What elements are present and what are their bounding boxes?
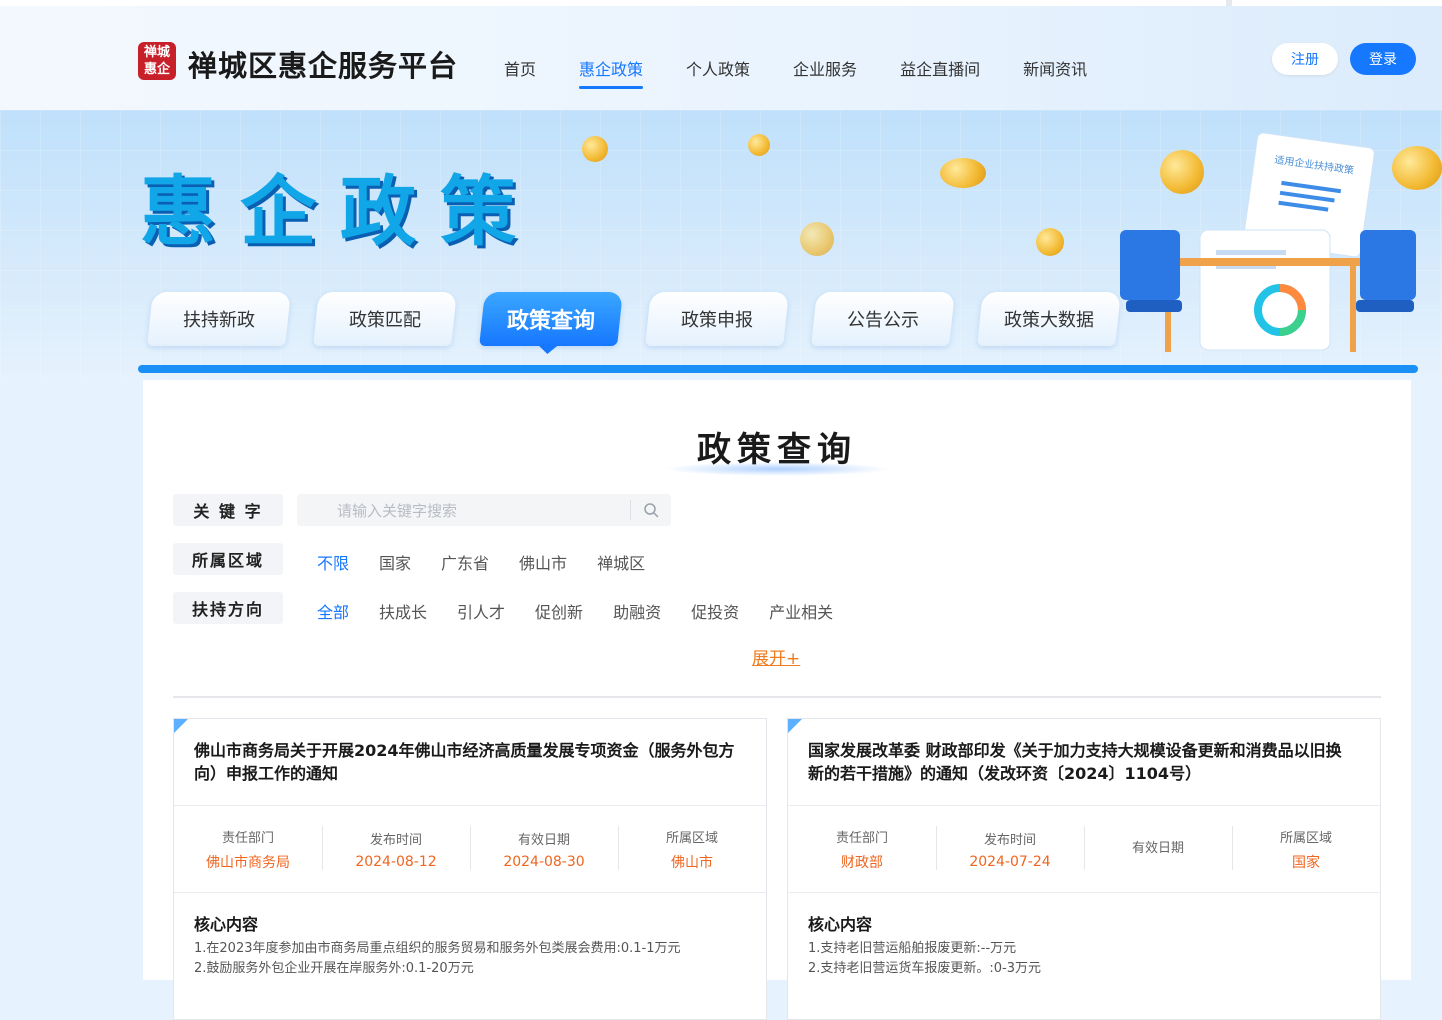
meta-label: 所属区域	[665, 830, 718, 846]
direction-option-talent[interactable]: 引人才	[457, 599, 505, 623]
nav-item-news[interactable]: 新闻资讯	[1023, 56, 1087, 86]
policy-tabs: 扶持新政 政策匹配 政策查询 政策申报 公告公示 政策大数据	[147, 292, 1146, 346]
core-content-title: 核心内容	[194, 915, 259, 934]
login-button[interactable]: 登录	[1350, 43, 1416, 75]
nav-item-enterprise-service[interactable]: 企业服务	[793, 56, 857, 86]
tab-new-support-policy[interactable]: 扶持新政	[147, 292, 291, 346]
direction-option-growth[interactable]: 扶成长	[379, 599, 427, 623]
direction-label: 扶持方向	[173, 592, 283, 624]
search-icon[interactable]	[643, 502, 659, 518]
filter-divider	[173, 696, 1381, 698]
tab-label: 扶持新政	[183, 310, 255, 331]
meta-department: 责任部门 财政部	[788, 806, 936, 892]
policy-card-title[interactable]: 国家发展改革委 财政部印发《关于加力支持大规模设备更新和消费品以旧换新的若干措施…	[808, 739, 1356, 785]
banner-title: 惠企政策	[140, 167, 540, 256]
policy-card-meta: 责任部门 佛山市商务局 发布时间 2024-08-12 有效日期 2024-08…	[174, 805, 766, 893]
expand-link[interactable]: 展开+	[752, 644, 800, 669]
meta-label: 发布时间	[369, 832, 422, 848]
direction-option-all[interactable]: 全部	[317, 599, 349, 623]
policy-card-meta: 责任部门 财政部 发布时间 2024-07-24 有效日期 所属区域 国家	[788, 805, 1380, 893]
nav-item-live-room[interactable]: 益企直播间	[900, 56, 980, 86]
meta-publish-date: 发布时间 2024-07-24	[936, 806, 1084, 892]
direction-option-industry[interactable]: 产业相关	[769, 599, 833, 623]
tab-policy-match[interactable]: 政策匹配	[313, 292, 457, 346]
region-option-guangdong[interactable]: 广东省	[441, 550, 489, 574]
region-option-unlimited[interactable]: 不限	[317, 550, 349, 574]
coin-icon	[800, 222, 834, 256]
main-nav: 首页 惠企政策 个人政策 企业服务 益企直播间 新闻资讯	[504, 56, 1130, 89]
policy-card[interactable]: 国家发展改革委 财政部印发《关于加力支持大规模设备更新和消费品以旧换新的若干措施…	[787, 718, 1381, 1020]
meta-publish-date: 发布时间 2024-08-12	[322, 806, 470, 892]
search-box	[297, 494, 671, 528]
tab-label: 公告公示	[847, 310, 919, 331]
site-header: 禅城惠企 禅城区惠企服务平台 首页 惠企政策 个人政策 企业服务 益企直播间 新…	[0, 6, 1442, 110]
meta-valid-date: 有效日期 2024-08-30	[470, 806, 618, 892]
policy-card[interactable]: 佛山市商务局关于开展2024年佛山市经济高质量发展专项资金（服务外包方向）申报工…	[173, 718, 767, 1020]
core-content-title: 核心内容	[808, 915, 873, 934]
site-logo[interactable]: 禅城惠企	[138, 42, 176, 80]
register-button[interactable]: 注册	[1272, 43, 1338, 75]
nav-item-enterprise-policy[interactable]: 惠企政策	[579, 56, 644, 89]
meta-valid-date: 有效日期	[1084, 806, 1232, 892]
meta-region: 所属区域 佛山市	[618, 806, 766, 892]
region-option-national[interactable]: 国家	[379, 550, 411, 574]
meta-label: 有效日期	[1131, 840, 1184, 856]
nav-item-personal-policy[interactable]: 个人政策	[686, 56, 750, 86]
meta-value: 佛山市商务局	[206, 854, 290, 871]
search-separator	[630, 500, 631, 520]
coin-icon	[582, 136, 608, 162]
meta-label: 责任部门	[835, 830, 888, 846]
region-option-chancheng[interactable]: 禅城区	[597, 550, 645, 574]
tab-announcement[interactable]: 公告公示	[811, 292, 955, 346]
tab-label: 政策申报	[681, 310, 753, 331]
meta-label: 有效日期	[517, 832, 570, 848]
policy-query-panel: 政策查询 关 键 字 所属区域 不限 国家 广东省 佛山市 禅城区 扶持方向 全…	[143, 380, 1411, 1020]
site-title[interactable]: 禅城区惠企服务平台	[188, 43, 458, 85]
nav-item-home[interactable]: 首页	[504, 56, 536, 86]
meta-label: 发布时间	[983, 832, 1036, 848]
direction-option-financing[interactable]: 助融资	[613, 599, 661, 623]
meta-label: 所属区域	[1279, 830, 1332, 846]
card-corner-decoration	[174, 719, 188, 733]
tab-policy-query[interactable]: 政策查询	[479, 292, 623, 346]
card-corner-decoration	[788, 719, 802, 733]
coin-icon	[748, 134, 770, 156]
office-desk-illustration: 适用企业扶持政策	[1120, 132, 1416, 352]
policy-banner: 惠企政策 适用企业扶持政策 扶持新政 政策匹配 政策查询 政策申报 公告公示 政…	[0, 110, 1442, 380]
meta-value: 2024-07-24	[969, 853, 1051, 870]
direction-option-investment[interactable]: 促投资	[691, 599, 739, 623]
direction-option-innovation[interactable]: 促创新	[535, 599, 583, 623]
meta-label: 责任部门	[221, 830, 274, 846]
search-input[interactable]	[307, 494, 659, 528]
region-option-foshan[interactable]: 佛山市	[519, 550, 567, 574]
direction-options: 全部 扶成长 引人才 促创新 助融资 促投资 产业相关	[317, 599, 863, 623]
region-label: 所属区域	[173, 543, 283, 575]
meta-value: 2024-08-12	[355, 853, 437, 870]
logo-text: 禅城惠企	[143, 45, 170, 77]
tab-policy-apply[interactable]: 政策申报	[645, 292, 789, 346]
tab-label: 政策大数据	[1004, 310, 1094, 331]
policy-card-title[interactable]: 佛山市商务局关于开展2024年佛山市经济高质量发展专项资金（服务外包方向）申报工…	[194, 739, 742, 785]
coin-icon	[940, 158, 986, 188]
tab-label: 政策匹配	[349, 310, 421, 331]
keyword-label: 关 键 字	[173, 494, 283, 526]
core-content-line: 1.支持老旧营运船舶报废更新:--万元	[808, 941, 1017, 956]
banner-bottom-bar	[138, 365, 1418, 373]
meta-value: 国家	[1292, 854, 1320, 871]
meta-region: 所属区域 国家	[1232, 806, 1380, 892]
meta-value: 2024-08-30	[503, 853, 585, 870]
tab-policy-big-data[interactable]: 政策大数据	[977, 292, 1121, 346]
tab-label: 政策查询	[506, 309, 595, 334]
core-content-line: 1.在2023年度参加由市商务局重点组织的服务贸易和服务外包类展会费用:0.1-…	[194, 941, 681, 956]
meta-value: 财政部	[841, 854, 883, 871]
coin-icon	[1036, 228, 1064, 256]
meta-value: 佛山市	[671, 854, 713, 871]
region-options: 不限 国家 广东省 佛山市 禅城区	[317, 550, 675, 574]
section-title-decoration	[663, 462, 891, 476]
meta-department: 责任部门 佛山市商务局	[174, 806, 322, 892]
